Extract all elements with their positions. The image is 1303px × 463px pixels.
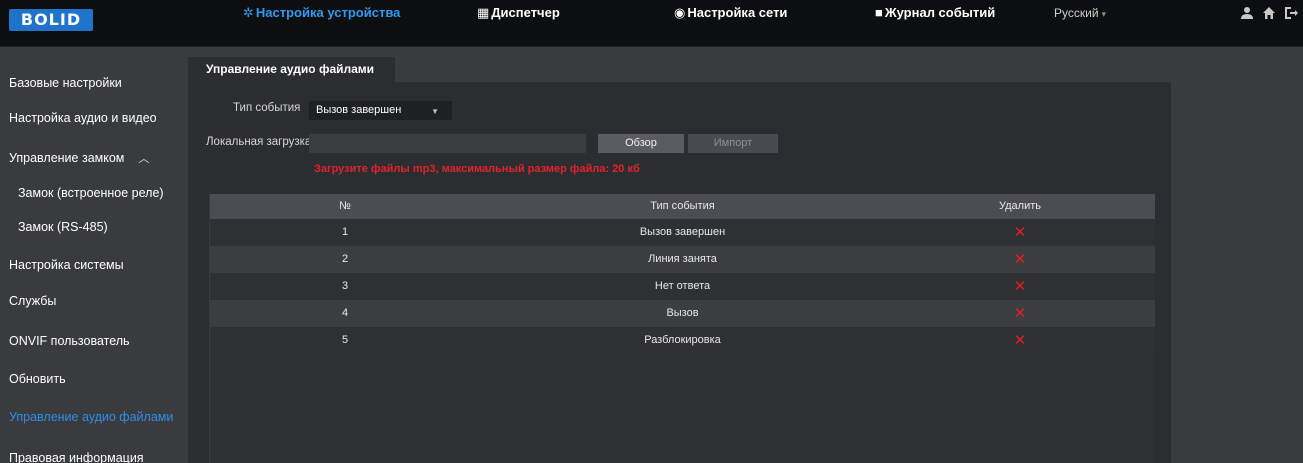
nav-event-log[interactable]: ■ Журнал событий [875, 0, 995, 47]
globe-icon: ◉ [674, 5, 686, 20]
sidebar-item-lock-control[interactable]: Управление замком ︿ [9, 143, 149, 173]
nav-label: Диспетчер [491, 5, 560, 20]
language-select[interactable]: Русский ▾ [1054, 0, 1106, 27]
log-icon: ■ [875, 5, 883, 20]
row-number: 1 [341, 226, 349, 238]
row-event-type: Нет ответа [654, 280, 711, 292]
row-number: 5 [341, 334, 349, 346]
nav-dispatcher[interactable]: ▦ Диспетчер [477, 0, 560, 47]
sidebar-item-audio-video[interactable]: Настройка аудио и видео [9, 103, 157, 133]
chevron-down-icon: ▾ [1101, 9, 1107, 19]
nav-label: Журнал событий [884, 5, 996, 20]
nav-network-settings[interactable]: ◉ Настройка сети [674, 0, 787, 47]
event-type-select[interactable]: Вызов завершен ▼ [309, 101, 452, 120]
logout-icon[interactable] [1284, 6, 1300, 23]
delete-icon[interactable]: ✕ [885, 327, 1155, 354]
delete-icon[interactable]: ✕ [885, 219, 1155, 246]
sidebar-item-onvif-user[interactable]: ONVIF пользователь [9, 326, 130, 356]
logo: BOLID [9, 9, 93, 31]
sidebar: Базовые настройки Настройка аудио и виде… [0, 48, 188, 463]
row-event-type: Вызов [666, 307, 699, 319]
sidebar-item-update[interactable]: Обновить [9, 364, 66, 394]
row-number: 2 [341, 253, 349, 265]
row-event-type: Линия занята [648, 253, 717, 265]
chevron-up-icon: ︿ [138, 153, 150, 165]
nav-device-settings[interactable]: ✲ Настройка устройства [243, 0, 400, 47]
sidebar-item-lock-rs485[interactable]: Замок (RS-485) [18, 212, 108, 242]
audio-files-table: № Тип события Удалить 1 Вызов завершен ✕… [209, 194, 1155, 463]
event-type-value: Вызов завершен [316, 104, 402, 116]
top-bar: BOLID ✲ Настройка устройства ▦ Диспетчер ◉… [0, 0, 1303, 47]
local-upload-label: Локальная загрузка [206, 136, 312, 148]
table-row: 3 Нет ответа ✕ [210, 273, 1155, 300]
dispatcher-icon: ▦ [477, 5, 490, 20]
user-icon[interactable] [1240, 6, 1254, 23]
table-header: № Тип события Удалить [210, 194, 1155, 219]
delete-icon[interactable]: ✕ [885, 273, 1155, 300]
browse-button[interactable]: Обзор [598, 134, 684, 153]
sidebar-item-label: Управление замком [9, 151, 125, 165]
row-event-type: Вызов завершен [639, 226, 726, 238]
home-icon[interactable] [1262, 6, 1276, 23]
tab-audio-files[interactable]: Управление аудио файлами [188, 57, 395, 82]
import-button[interactable]: Импорт [688, 134, 778, 153]
gear-icon: ✲ [243, 5, 254, 20]
upload-hint: Загрузите файлы mp3, максимальный размер… [314, 163, 640, 175]
sidebar-item-lock-relay[interactable]: Замок (встроенное реле) [18, 178, 164, 208]
table-row: 5 Разблокировка ✕ [210, 327, 1155, 354]
delete-icon[interactable]: ✕ [885, 246, 1155, 273]
sidebar-item-legal-info[interactable]: Правовая информация [9, 443, 144, 463]
table-row: 2 Линия занята ✕ [210, 246, 1155, 273]
file-path-input[interactable] [309, 134, 586, 153]
nav-label: Настройка устройства [255, 5, 401, 20]
sidebar-item-services[interactable]: Службы [9, 286, 56, 316]
sidebar-item-basic-settings[interactable]: Базовые настройки [9, 68, 122, 98]
language-label: Русский [1054, 6, 1099, 20]
row-number: 4 [341, 307, 349, 319]
column-header-event-type: Тип события [650, 200, 715, 212]
chevron-down-icon: ▼ [431, 107, 439, 116]
table-row: 1 Вызов завершен ✕ [210, 219, 1155, 246]
sidebar-item-audio-files[interactable]: Управление аудио файлами [9, 402, 173, 432]
delete-icon[interactable]: ✕ [885, 300, 1155, 327]
row-event-type: Разблокировка [644, 334, 721, 346]
table-row: 4 Вызов ✕ [210, 300, 1155, 327]
column-header-delete: Удалить [999, 200, 1041, 212]
column-header-number: № [339, 200, 351, 212]
event-type-label: Тип события [233, 102, 301, 114]
sidebar-item-system-settings[interactable]: Настройка системы [9, 250, 124, 280]
nav-label: Настройка сети [687, 5, 788, 20]
row-number: 3 [341, 280, 349, 292]
